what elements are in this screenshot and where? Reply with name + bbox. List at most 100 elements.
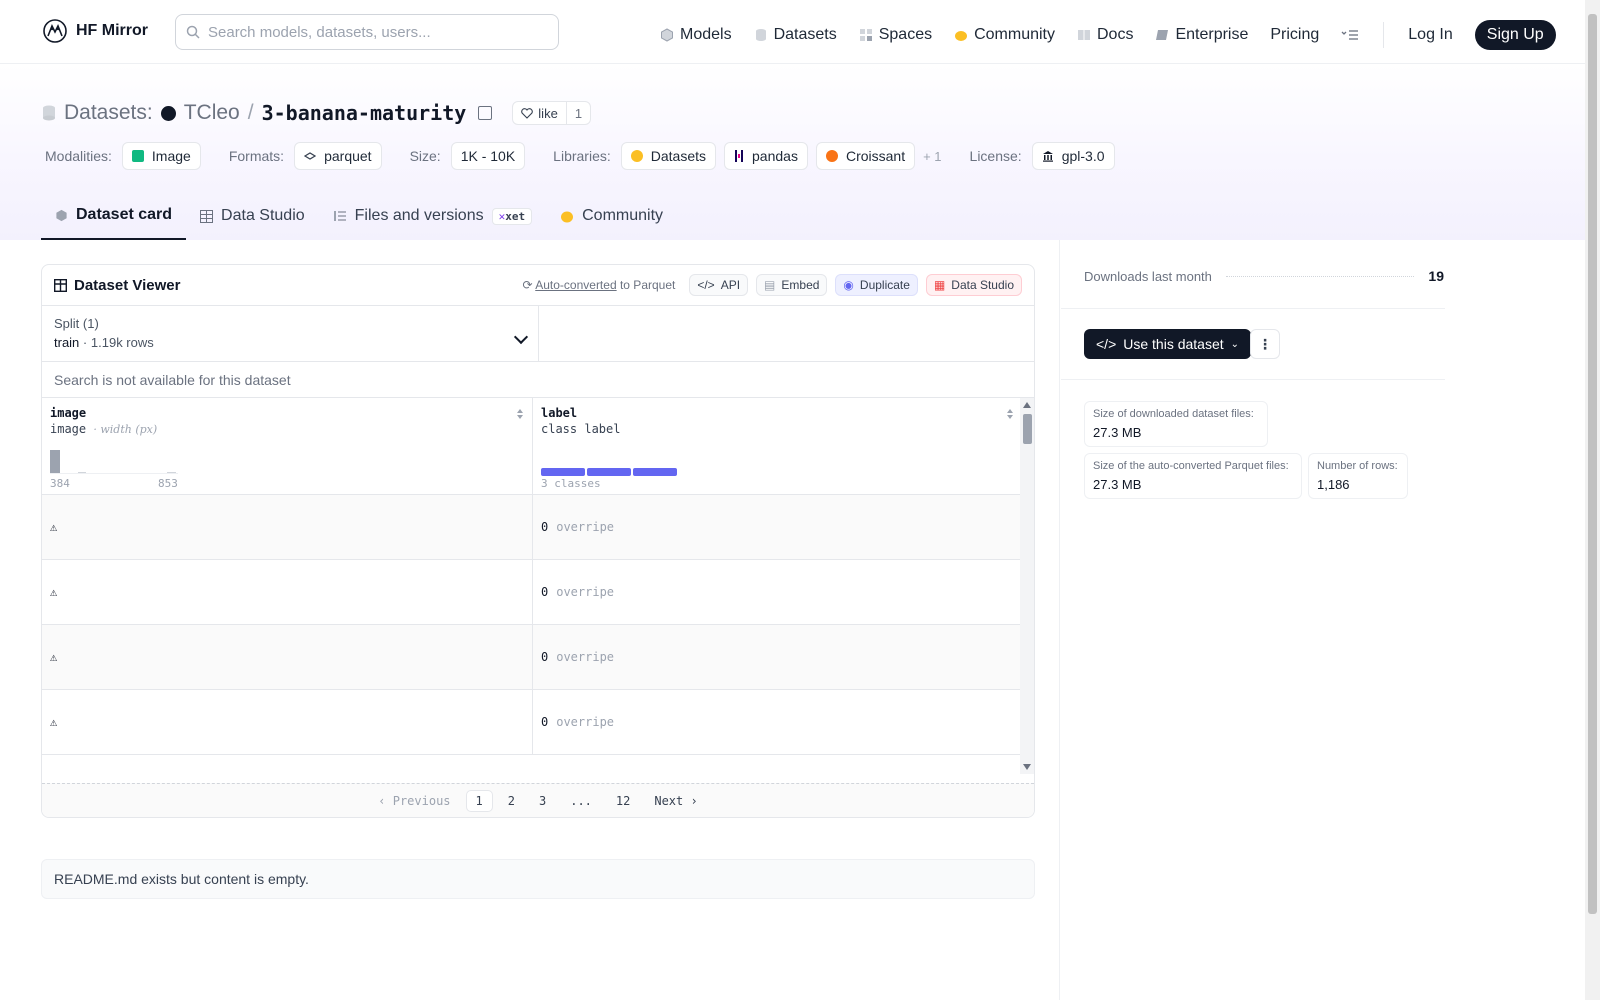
- brand-link[interactable]: HF Mirror: [42, 18, 148, 44]
- grid-scrollbar[interactable]: [1020, 398, 1034, 774]
- dataset-tabs: Dataset card Data Studio Files and versi…: [41, 192, 677, 240]
- nav-docs[interactable]: Docs: [1077, 26, 1133, 44]
- modality-chip[interactable]: Image: [121, 142, 201, 170]
- split-selector[interactable]: Split (1) train · 1.19k rows: [42, 306, 539, 361]
- search-box[interactable]: [175, 14, 559, 50]
- warning-icon: ⚠: [50, 650, 58, 664]
- column-name: label: [541, 406, 578, 420]
- image-cell[interactable]: ⚠: [42, 495, 532, 559]
- previous-label: Previous: [392, 793, 451, 808]
- section-label[interactable]: Datasets:: [64, 101, 153, 125]
- data-studio-button[interactable]: ▦ Data Studio: [925, 274, 1022, 296]
- libraries-more[interactable]: + 1: [923, 149, 941, 164]
- tab-data-studio[interactable]: Data Studio: [186, 192, 319, 240]
- class-bar[interactable]: [541, 468, 585, 476]
- class-bar[interactable]: [633, 468, 677, 476]
- label-name: overripe: [556, 650, 615, 664]
- page-12-button[interactable]: 12: [607, 791, 639, 811]
- more-menu-button[interactable]: [1341, 28, 1359, 42]
- sort-icon[interactable]: [1006, 408, 1014, 420]
- image-cell[interactable]: ⚠: [42, 625, 532, 689]
- label-cell[interactable]: 0 overripe: [532, 690, 1022, 754]
- scroll-up-icon[interactable]: [1023, 402, 1031, 408]
- use-this-dataset-button[interactable]: </> Use this dataset ⌄: [1084, 329, 1252, 359]
- next-page-button[interactable]: Next ›: [645, 791, 706, 811]
- table-row[interactable]: ⚠ 0 overripe: [42, 560, 1034, 625]
- like-button[interactable]: like 1: [512, 101, 592, 125]
- page-scrollbar[interactable]: [1585, 0, 1600, 1000]
- page-scroll-thumb[interactable]: [1588, 14, 1597, 914]
- format-chip[interactable]: parquet: [294, 142, 382, 170]
- dataset-name[interactable]: 3-banana-maturity: [262, 101, 467, 125]
- table-icon: [54, 278, 67, 292]
- page-2-button[interactable]: 2: [499, 791, 524, 811]
- stat-parquet-size: Size of the auto-converted Parquet files…: [1084, 453, 1302, 499]
- duplicate-button[interactable]: ◉ Duplicate: [835, 274, 918, 296]
- label-id: 0: [541, 715, 549, 729]
- more-options-button[interactable]: ⋮: [1250, 329, 1280, 359]
- class-bar[interactable]: [587, 468, 631, 476]
- label-id: 0: [541, 520, 549, 534]
- tab-dataset-card[interactable]: Dataset card: [41, 192, 187, 240]
- scroll-thumb[interactable]: [1023, 414, 1032, 444]
- hand-icon: [955, 31, 968, 41]
- nav-pricing[interactable]: Pricing: [1270, 26, 1319, 44]
- column-header-label[interactable]: label class label 3 classes: [532, 398, 1022, 494]
- size-chip[interactable]: 1K - 10K: [450, 142, 526, 170]
- sort-icon[interactable]: [516, 408, 524, 420]
- search-input[interactable]: [208, 23, 538, 41]
- croissant-icon: [825, 150, 838, 162]
- menu-icon: [1341, 30, 1359, 40]
- column-type-note: · width (px): [93, 423, 158, 436]
- image-cell[interactable]: ⚠: [42, 560, 532, 624]
- nav-models[interactable]: Models: [660, 26, 732, 44]
- signup-button[interactable]: Sign Up: [1474, 20, 1556, 50]
- nav-community[interactable]: Community: [954, 26, 1055, 44]
- license-value: gpl-3.0: [1061, 148, 1105, 164]
- xet-badge: ✕xet: [491, 207, 533, 225]
- library-chip-croissant[interactable]: Croissant: [815, 142, 916, 170]
- split-title: Split (1): [54, 316, 99, 331]
- table-row[interactable]: ⚠ 0 overripe: [42, 690, 1034, 755]
- image-cell[interactable]: ⚠: [42, 690, 532, 754]
- stat-label: Size of downloaded dataset files:: [1093, 408, 1254, 420]
- label-cell[interactable]: 0 overripe: [532, 560, 1022, 624]
- nav-enterprise[interactable]: Enterprise: [1155, 26, 1248, 44]
- license-chip[interactable]: gpl-3.0: [1031, 142, 1115, 170]
- label-cell[interactable]: 0 overripe: [532, 625, 1022, 689]
- embed-button-label: Embed: [781, 278, 820, 292]
- embed-button[interactable]: ▤ Embed: [756, 274, 828, 296]
- split-dot: ·: [82, 335, 88, 350]
- library-chip-datasets[interactable]: Datasets: [620, 142, 717, 170]
- auto-converted-link[interactable]: Auto-converted: [535, 278, 616, 292]
- nav-spaces[interactable]: Spaces: [859, 26, 932, 44]
- nav-datasets[interactable]: Datasets: [754, 26, 837, 44]
- tab-files-versions[interactable]: Files and versions ✕xet: [319, 192, 546, 240]
- data-grid: image image · width (px) 384 853 label c…: [42, 398, 1034, 774]
- login-link[interactable]: Log In: [1408, 26, 1452, 44]
- files-icon: [333, 211, 346, 221]
- column-header-image[interactable]: image image · width (px) 384 853: [42, 398, 532, 494]
- page-1-button[interactable]: 1: [465, 789, 493, 812]
- tab-community[interactable]: Community: [546, 192, 677, 240]
- sidebar-divider-1: [1061, 308, 1445, 309]
- page-3-button[interactable]: 3: [530, 791, 555, 811]
- label-cell[interactable]: 0 overripe: [532, 495, 1022, 559]
- stat-number-rows: Number of rows: 1,186: [1308, 453, 1408, 499]
- scroll-down-icon[interactable]: [1023, 764, 1031, 770]
- top-navigation-bar: HF Mirror Models Datasets Spaces Communi…: [0, 0, 1585, 64]
- table-row[interactable]: ⚠ 0 overripe: [42, 495, 1034, 560]
- copy-icon[interactable]: [478, 106, 493, 120]
- grid-icon: [859, 29, 872, 41]
- library-chip-pandas[interactable]: pandas: [724, 142, 808, 170]
- viewer-search-message: Search is not available for this dataset: [42, 362, 1034, 398]
- refresh-icon: ⟳: [522, 278, 533, 292]
- api-button[interactable]: </> API: [689, 274, 749, 296]
- owner-link[interactable]: TCleo: [184, 101, 240, 125]
- table-icon: [200, 209, 214, 223]
- sidebar-divider: [1059, 240, 1060, 1000]
- split-rows: 1.19k rows: [90, 335, 154, 350]
- table-row[interactable]: ⚠ 0 overripe: [42, 625, 1034, 690]
- label-name: overripe: [556, 715, 615, 729]
- previous-page-button[interactable]: ‹ Previous: [369, 791, 459, 811]
